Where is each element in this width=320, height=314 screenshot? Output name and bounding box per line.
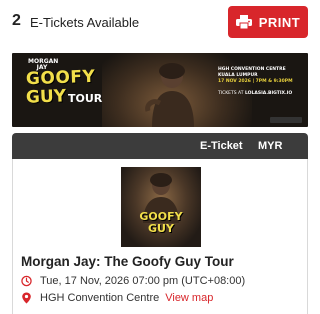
ticket-page: 2 E-Tickets Available PRINT MORGAN JAY G… [0,0,320,314]
print-button-label: PRINT [258,14,301,30]
view-map-link[interactable]: View map [165,292,213,304]
ticket-header: 2 E-Tickets Available PRINT [0,0,320,44]
clock-icon [21,275,32,287]
location-pin-icon [22,292,31,304]
banner-sponsor-logos [270,117,302,123]
poster-title-goofy: GOOFY [139,210,183,223]
banner-tickets-prefix: TICKETS AT [218,91,244,96]
ticket-type-bar: E-Ticket MYR [12,133,308,159]
banner-tickets-line: TICKETS AT LOLASIA.BIGTIX.IO [218,91,302,97]
ticket-count: 2 [12,12,21,29]
printer-icon [235,15,252,29]
event-date-row: Tue, 17 Nov, 2026 07:00 pm (UTC+08:00) [21,275,245,287]
event-title: Morgan Jay: The Goofy Guy Tour [21,254,234,269]
banner-event-info: HGH CONVENTION CENTRE KUALA LUMPUR 17 NO… [218,67,302,97]
event-banner: MORGAN JAY GOOFY GUY TOUR HGH CONVENTION… [12,53,308,127]
event-date: Tue, 17 Nov, 2026 07:00 pm (UTC+08:00) [40,275,246,287]
banner-datetime: 17 NOV 2026 | 7PM & 9:30PM [218,79,293,84]
event-venue: HGH Convention Centre [40,292,160,304]
banner-tickets-site: LOLASIA.BIGTIX.IO [244,91,293,96]
banner-title-tour: TOUR [68,92,103,105]
event-poster: GOOFY GUY [121,167,201,247]
banner-title-guy: GUY [25,86,67,108]
performer-image [145,63,194,127]
event-venue-row: HGH Convention Centre View map [21,292,213,304]
currency-label: MYR [258,140,283,152]
ticket-available-label: E-Tickets Available [30,15,140,30]
ticket-type-label: E-Ticket [200,140,243,152]
print-button[interactable]: PRINT [228,6,308,38]
poster-title-guy: GUY [148,222,174,235]
banner-title-goofy: GOOFY [25,66,96,90]
